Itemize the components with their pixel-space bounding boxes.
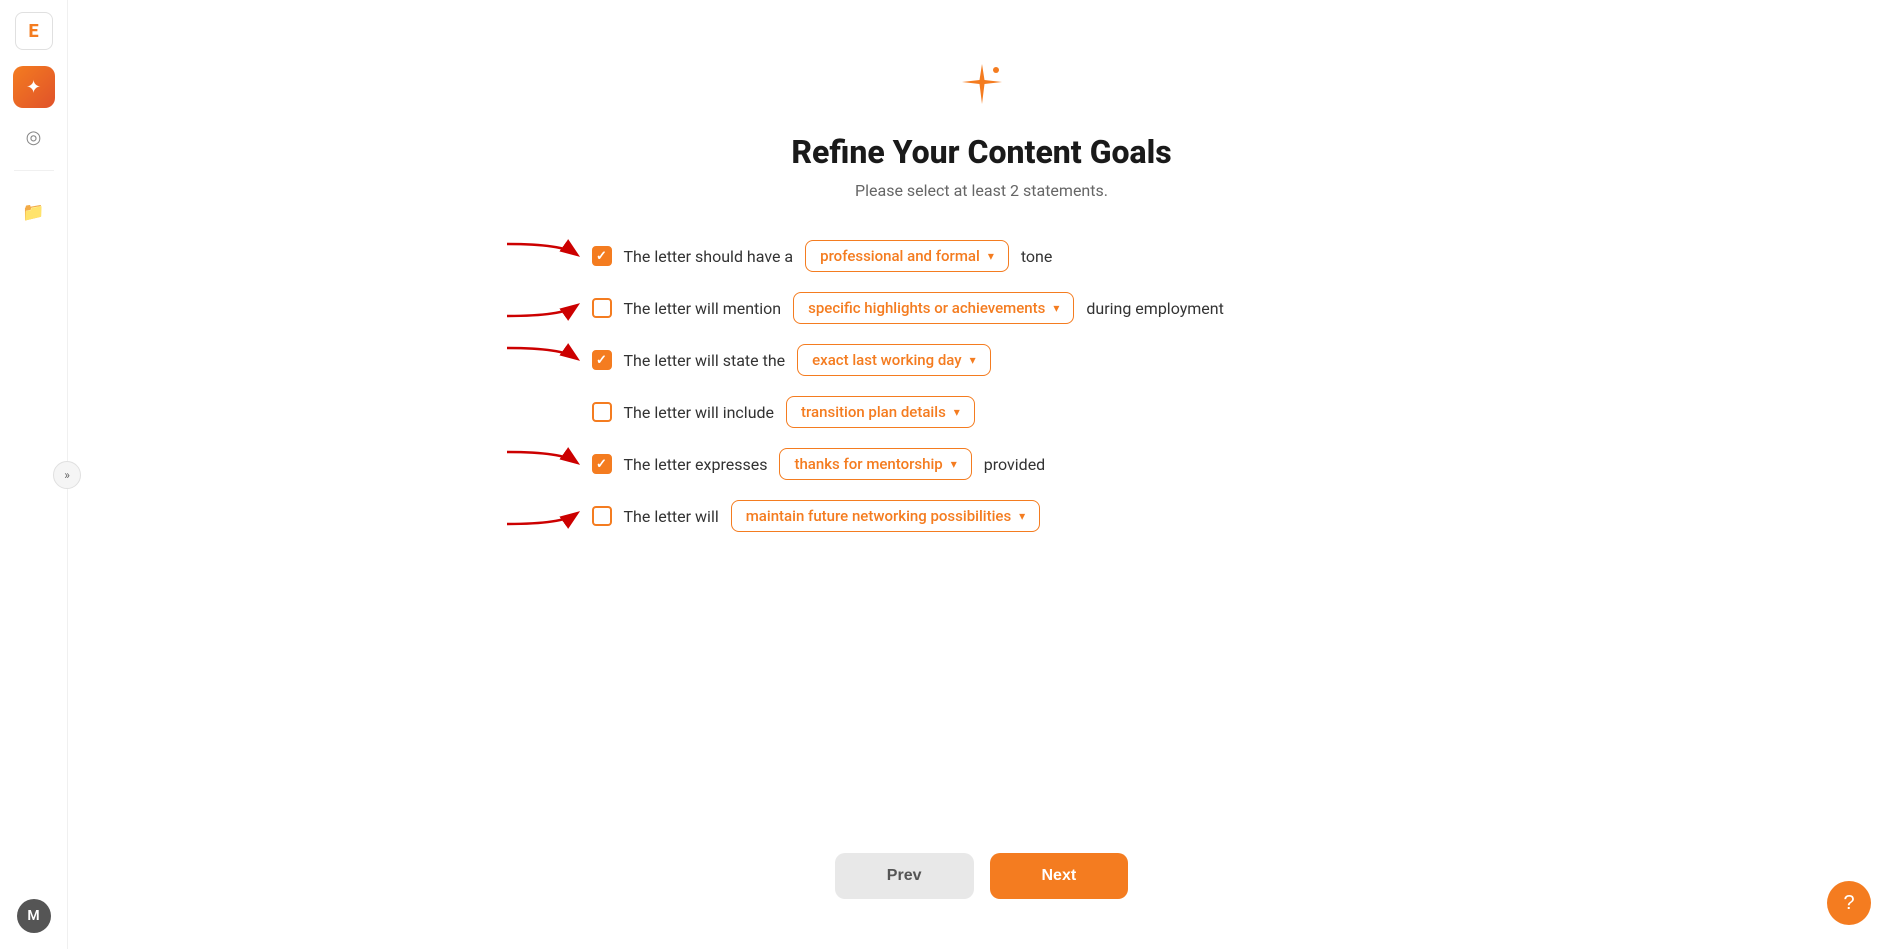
dropdown-transition-value: transition plan details bbox=[801, 403, 946, 421]
dropdown-transition[interactable]: transition plan details ▾ bbox=[786, 396, 975, 428]
dropdown-mentorship-value: thanks for mentorship bbox=[794, 455, 942, 473]
chevron-down-icon: ▾ bbox=[954, 405, 960, 419]
support-button[interactable]: ? bbox=[1827, 881, 1871, 925]
dropdown-mentorship[interactable]: thanks for mentorship ▾ bbox=[779, 448, 971, 480]
ai-icon: ✦ bbox=[26, 77, 41, 98]
prev-button[interactable]: Prev bbox=[835, 853, 974, 899]
chevron-down-icon: ▾ bbox=[1053, 301, 1059, 315]
arrow-networking bbox=[502, 499, 582, 533]
statement-networking-prefix: The letter will bbox=[624, 507, 719, 526]
checkbox-mentorship[interactable] bbox=[592, 454, 612, 474]
dropdown-highlights[interactable]: specific highlights or achievements ▾ bbox=[793, 292, 1074, 324]
checkbox-highlights[interactable] bbox=[592, 298, 612, 318]
arrow-tone bbox=[502, 239, 582, 273]
checkbox-tone[interactable] bbox=[592, 246, 612, 266]
dropdown-lastday[interactable]: exact last working day ▾ bbox=[797, 344, 991, 376]
next-button[interactable]: Next bbox=[990, 853, 1129, 899]
statement-tone: The letter should have a professional an… bbox=[592, 240, 1372, 272]
sidebar-item-ai[interactable]: ✦ bbox=[13, 66, 55, 108]
chevron-down-icon: ▾ bbox=[951, 457, 957, 471]
page-title: Refine Your Content Goals bbox=[791, 133, 1171, 171]
sidebar-item-search[interactable]: ◎ bbox=[13, 116, 55, 158]
app-logo[interactable]: E bbox=[15, 12, 53, 50]
star-icon bbox=[958, 60, 1006, 117]
statement-networking: The letter will maintain future networki… bbox=[592, 500, 1372, 532]
statements-container: The letter should have a professional an… bbox=[592, 240, 1372, 532]
statement-highlights-suffix: during employment bbox=[1086, 299, 1224, 318]
dropdown-networking-value: maintain future networking possibilities bbox=[746, 507, 1011, 525]
statement-transition: The letter will include transition plan … bbox=[592, 396, 1372, 428]
statement-tone-prefix: The letter should have a bbox=[624, 247, 794, 266]
statement-highlights-prefix: The letter will mention bbox=[624, 299, 782, 318]
arrow-highlights bbox=[502, 291, 582, 325]
statement-mentorship-prefix: The letter expresses bbox=[624, 455, 768, 474]
statement-lastday-prefix: The letter will state the bbox=[624, 351, 786, 370]
sidebar: E ✦ ◎ 📁 » M bbox=[0, 0, 68, 949]
statement-mentorship-suffix: provided bbox=[984, 455, 1045, 474]
arrow-mentorship bbox=[502, 447, 582, 481]
checkbox-networking[interactable] bbox=[592, 506, 612, 526]
chevron-down-icon: ▾ bbox=[1019, 509, 1025, 523]
dropdown-lastday-value: exact last working day bbox=[812, 351, 962, 369]
page-subtitle: Please select at least 2 statements. bbox=[855, 181, 1108, 200]
dropdown-networking[interactable]: maintain future networking possibilities… bbox=[731, 500, 1040, 532]
sidebar-item-folder[interactable]: 📁 bbox=[13, 191, 55, 233]
statement-highlights: The letter will mention specific highlig… bbox=[592, 292, 1372, 324]
search-icon: ◎ bbox=[26, 127, 42, 148]
dropdown-highlights-value: specific highlights or achievements bbox=[808, 299, 1045, 317]
bottom-nav: Prev Next bbox=[835, 853, 1128, 899]
folder-icon: 📁 bbox=[22, 202, 44, 223]
support-icon: ? bbox=[1843, 892, 1854, 915]
checkbox-lastday[interactable] bbox=[592, 350, 612, 370]
sidebar-collapse-button[interactable]: » bbox=[53, 461, 81, 489]
dropdown-tone-value: professional and formal bbox=[820, 247, 980, 265]
arrow-lastday bbox=[502, 343, 582, 377]
statement-lastday: The letter will state the exact last wor… bbox=[592, 344, 1372, 376]
statement-tone-suffix: tone bbox=[1021, 247, 1053, 266]
avatar[interactable]: M bbox=[17, 899, 51, 933]
dropdown-tone[interactable]: professional and formal ▾ bbox=[805, 240, 1009, 272]
checkbox-transition[interactable] bbox=[592, 402, 612, 422]
statement-mentorship: The letter expresses thanks for mentorsh… bbox=[592, 448, 1372, 480]
chevron-down-icon: ▾ bbox=[988, 249, 994, 263]
chevron-down-icon: ▾ bbox=[970, 353, 976, 367]
sidebar-divider bbox=[14, 170, 54, 171]
statement-transition-prefix: The letter will include bbox=[624, 403, 775, 422]
main-content: Refine Your Content Goals Please select … bbox=[68, 0, 1895, 949]
